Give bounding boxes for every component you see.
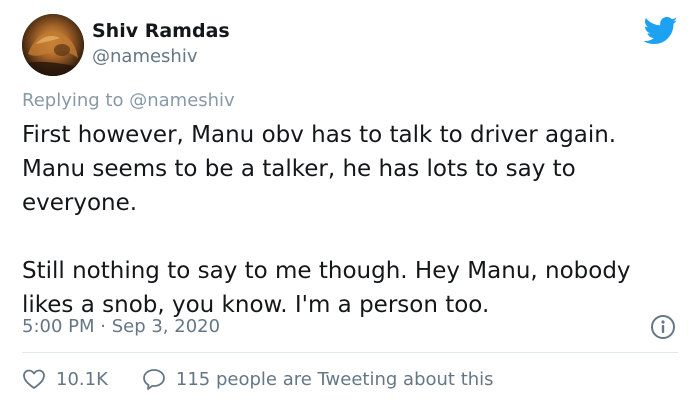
- heart-icon: [23, 369, 45, 389]
- comment-icon: [142, 369, 165, 390]
- conversation-link[interactable]: 115 people are Tweeting about this: [142, 368, 494, 390]
- tweet-paragraph: Still nothing to say to me though. Hey M…: [22, 258, 631, 318]
- tweet-actions: 10.1K 115 people are Tweeting about this: [22, 366, 494, 392]
- reply-mention-link[interactable]: @nameshiv: [129, 90, 235, 111]
- replying-to: Replying to @nameshiv: [22, 90, 235, 111]
- user-handle[interactable]: @nameshiv: [92, 46, 198, 67]
- like-count: 10.1K: [56, 368, 108, 390]
- tweet-paragraph: First however, Manu obv has to talk to d…: [22, 122, 617, 216]
- avatar[interactable]: [22, 14, 84, 76]
- tweet-text: First however, Manu obv has to talk to d…: [22, 118, 682, 322]
- tweet-card: Shiv Ramdas @nameshiv Replying to @names…: [0, 0, 700, 406]
- conversation-count: 115 people are Tweeting about this: [175, 368, 494, 390]
- twitter-bird-icon[interactable]: [644, 16, 678, 46]
- display-name[interactable]: Shiv Ramdas: [92, 20, 230, 42]
- info-icon[interactable]: [650, 314, 676, 340]
- tweet-timestamp[interactable]: 5:00 PM · Sep 3, 2020: [22, 316, 220, 337]
- divider: [22, 352, 678, 353]
- like-button[interactable]: 10.1K: [22, 368, 108, 390]
- avatar-image: [22, 14, 84, 76]
- replying-to-label: Replying to: [22, 90, 124, 111]
